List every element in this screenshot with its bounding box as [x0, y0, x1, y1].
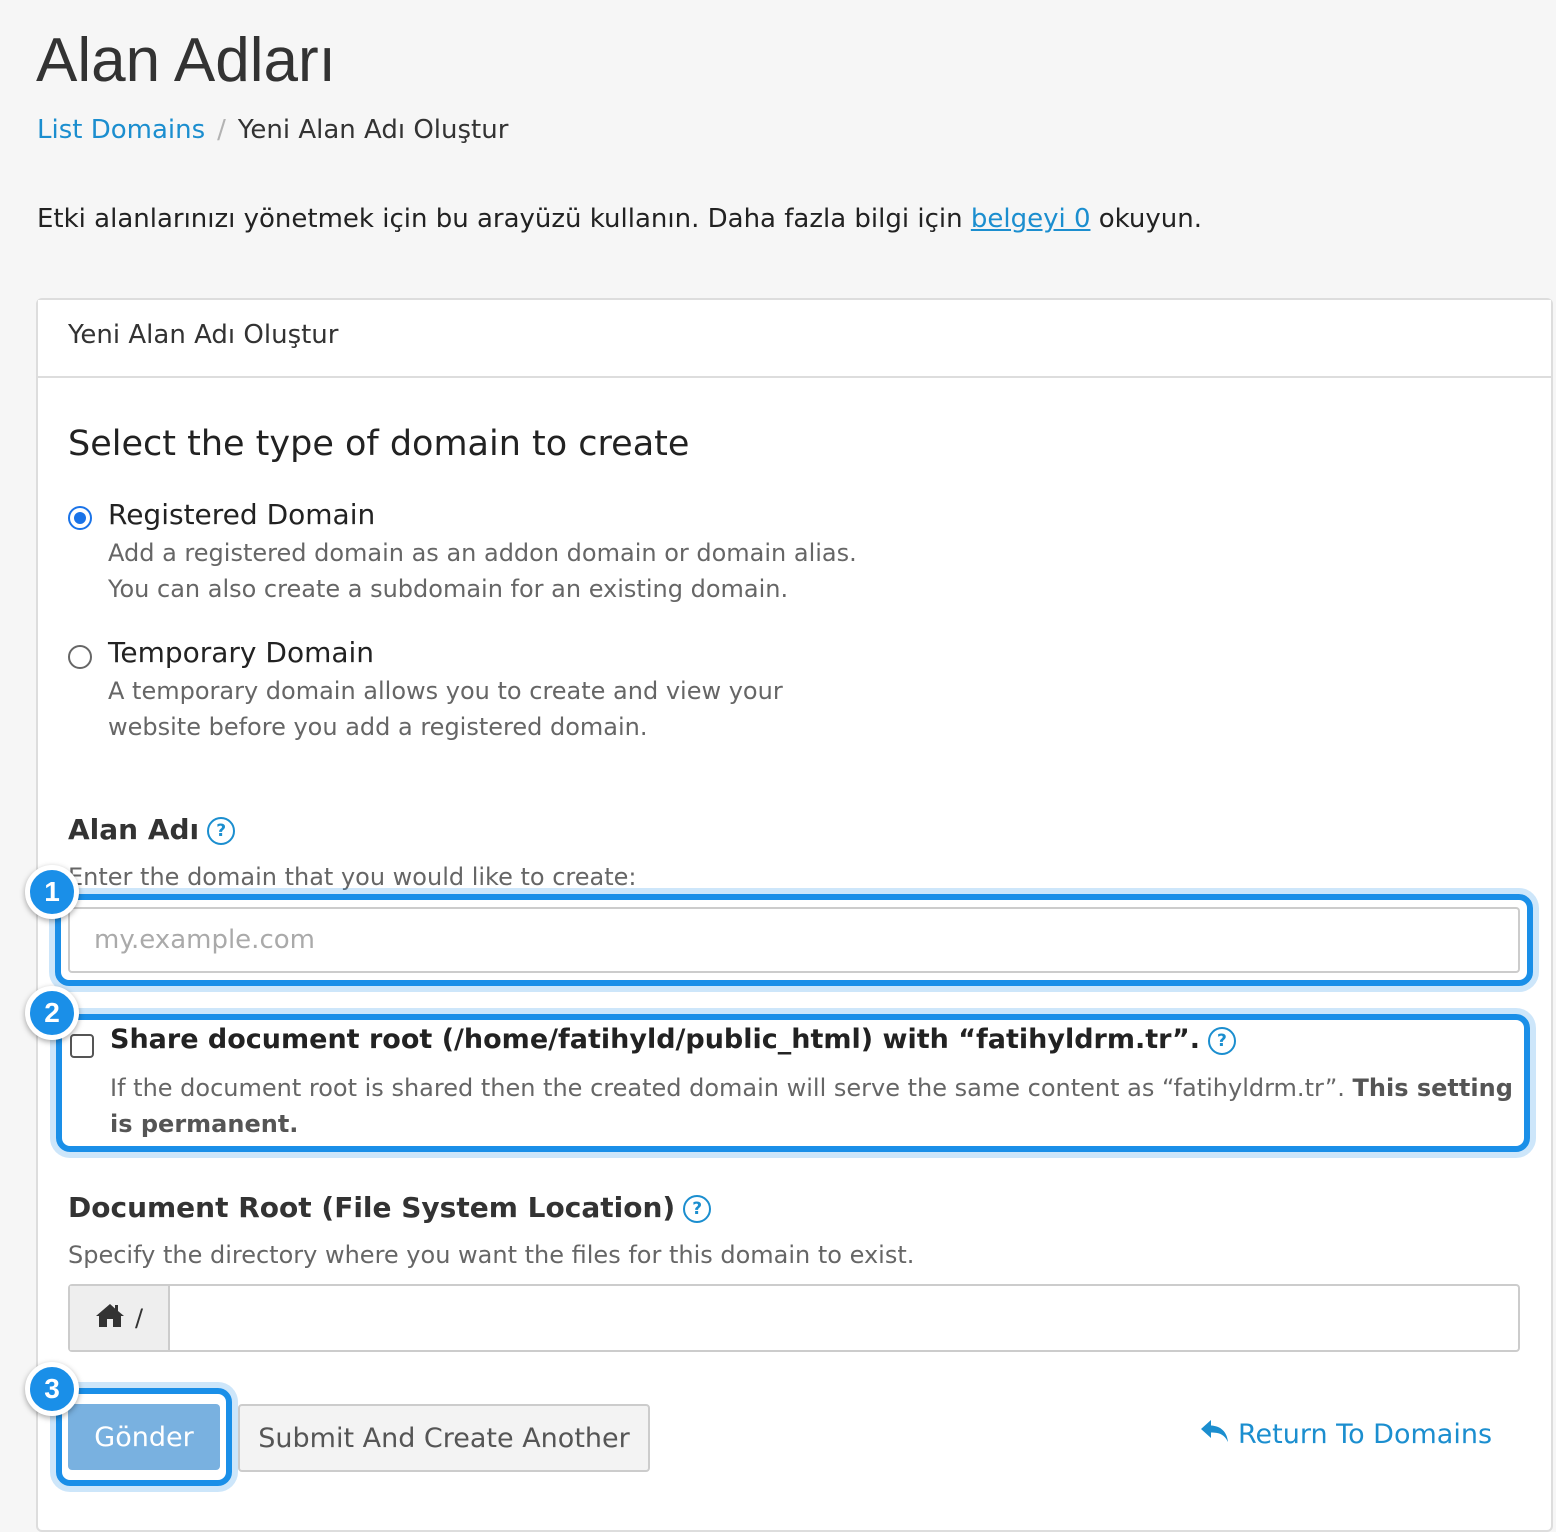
submit-button[interactable]: Gönder: [68, 1404, 220, 1470]
registered-domain-label[interactable]: Registered Domain: [108, 498, 375, 531]
help-icon[interactable]: ?: [207, 817, 236, 845]
temporary-domain-desc-line2: website before you add a registered doma…: [108, 713, 648, 741]
docroot-field-label: Document Root (File System Location)?: [68, 1191, 712, 1224]
docroot-input[interactable]: [170, 1286, 1518, 1350]
panel-heading-title: Yeni Alan Adı Oluştur: [68, 320, 339, 350]
return-to-domains-label: Return To Domains: [1238, 1419, 1493, 1450]
page-title: Alan Adları: [36, 26, 336, 95]
share-docroot-label[interactable]: Share document root (/home/fatihyld/publ…: [110, 1024, 1236, 1055]
docroot-field-label-text: Document Root (File System Location): [68, 1191, 676, 1224]
share-docroot-description: If the document root is shared then the …: [110, 1070, 1520, 1142]
docroot-prefix: /: [134, 1304, 144, 1332]
temporary-domain-desc-line1: A temporary domain allows you to create …: [108, 677, 783, 705]
temporary-domain-radio[interactable]: [68, 645, 92, 669]
breadcrumb-list-domains-link[interactable]: List Domains: [37, 115, 205, 145]
registered-domain-desc-line2: You can also create a subdomain for an e…: [108, 575, 789, 603]
share-docroot-checkbox[interactable]: [70, 1034, 94, 1058]
breadcrumb-separator: /: [217, 115, 226, 145]
registered-domain-radio[interactable]: [68, 506, 92, 530]
domain-field-label: Alan Adı?: [68, 813, 236, 846]
intro-text-after: okuyun.: [1090, 204, 1202, 234]
step-2-badge: 2: [25, 986, 79, 1040]
domain-input[interactable]: [68, 907, 1520, 973]
panel-heading: Yeni Alan Adı Oluştur: [38, 300, 1551, 378]
domain-type-section-title: Select the type of domain to create: [68, 424, 690, 464]
docroot-input-group: /: [68, 1284, 1520, 1352]
domain-field-hint: Enter the domain that you would like to …: [68, 863, 637, 891]
submit-and-create-another-button[interactable]: Submit And Create Another: [238, 1404, 650, 1472]
domain-field-label-text: Alan Adı: [68, 813, 200, 846]
breadcrumb-current: Yeni Alan Adı Oluştur: [237, 115, 509, 145]
help-icon[interactable]: ?: [1207, 1026, 1236, 1055]
reply-arrow-icon: [1200, 1418, 1230, 1451]
registered-domain-desc-line1: Add a registered domain as an addon doma…: [108, 539, 857, 567]
docroot-prefix-addon: /: [70, 1286, 170, 1350]
intro-text: Etki alanlarınızı yönetmek için bu arayü…: [37, 200, 1202, 238]
step-1-badge: 1: [25, 865, 79, 919]
docroot-field-hint: Specify the directory where you want the…: [68, 1241, 915, 1269]
share-docroot-desc-text: If the document root is shared then the …: [110, 1074, 1353, 1102]
registered-domain-description: Add a registered domain as an addon doma…: [108, 535, 908, 607]
home-icon: [95, 1302, 125, 1334]
return-to-domains-link[interactable]: Return To Domains: [1200, 1418, 1492, 1451]
step-3-badge: 3: [25, 1362, 79, 1416]
help-icon[interactable]: ?: [683, 1195, 712, 1223]
documentation-link[interactable]: belgeyi 0: [971, 204, 1091, 234]
intro-text-before: Etki alanlarınızı yönetmek için bu arayü…: [37, 204, 971, 234]
temporary-domain-description: A temporary domain allows you to create …: [108, 673, 908, 745]
breadcrumb: List Domains / Yeni Alan Adı Oluştur: [37, 112, 508, 148]
share-docroot-label-text: Share document root (/home/fatihyld/publ…: [110, 1024, 1200, 1055]
temporary-domain-label[interactable]: Temporary Domain: [108, 636, 374, 669]
